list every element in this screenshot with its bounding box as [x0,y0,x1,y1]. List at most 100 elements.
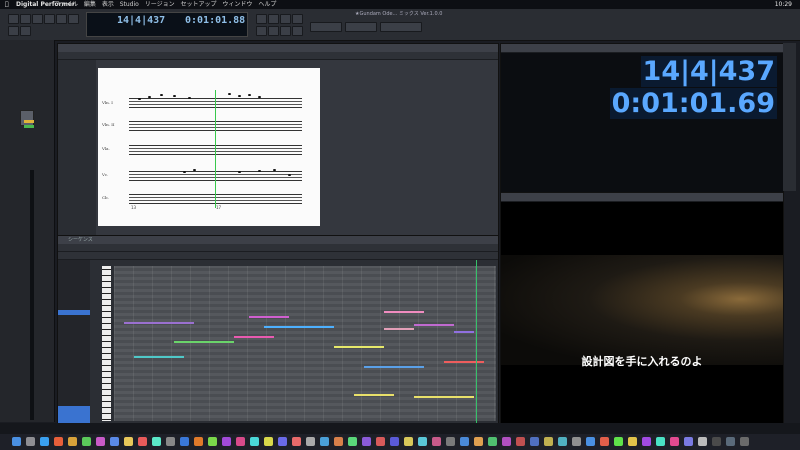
app-icon[interactable] [488,437,497,446]
safari-icon[interactable] [40,437,49,446]
app-icon[interactable] [418,437,427,446]
score-track-list[interactable] [58,60,96,236]
app-icon[interactable] [306,437,315,446]
rec-indicator[interactable] [24,125,34,128]
midi-note[interactable] [364,366,424,368]
selected-track[interactable] [58,310,90,315]
tool-pointer-button[interactable] [256,26,267,36]
midi-note[interactable] [354,394,394,396]
midi-note[interactable] [134,356,184,358]
score-toolbar[interactable] [58,52,498,60]
app-icon[interactable] [208,437,217,446]
overdub-button[interactable] [268,14,279,24]
app-icon[interactable] [222,437,231,446]
app-icon[interactable] [138,437,147,446]
app-icon[interactable] [348,437,357,446]
app-icon[interactable] [194,437,203,446]
app-icon[interactable] [586,437,595,446]
piano-roll-ruler[interactable] [58,252,498,260]
tool-zoom-button[interactable] [292,26,303,36]
app-icon[interactable] [432,437,441,446]
app-icon[interactable] [614,437,623,446]
quantize-button[interactable] [310,22,342,32]
piano-roll-track-list[interactable] [58,260,90,424]
countoff-button[interactable] [280,14,291,24]
finder-icon[interactable] [12,437,21,446]
trash-icon[interactable] [740,437,749,446]
app-icon[interactable] [152,437,161,446]
app-icon[interactable] [292,437,301,446]
app-icon[interactable] [320,437,329,446]
midi-note[interactable] [384,311,424,313]
app-icon[interactable] [572,437,581,446]
stop-button[interactable] [20,14,31,24]
app-icon[interactable] [180,437,189,446]
app-icon[interactable] [376,437,385,446]
app-icon[interactable] [82,437,91,446]
app-icon[interactable] [264,437,273,446]
score-page[interactable]: Vln. I Vln. II Vla. Vc. Cb. 13 17 [98,68,320,226]
memory-button[interactable] [292,14,303,24]
app-icon[interactable] [404,437,413,446]
play-button[interactable] [32,14,43,24]
midi-note[interactable] [454,331,474,333]
app-icon[interactable] [54,437,63,446]
autoscroll-button[interactable] [256,14,267,24]
app-icon[interactable] [698,437,707,446]
selected-track[interactable] [58,406,90,424]
app-icon[interactable] [250,437,259,446]
midi-note[interactable] [124,322,194,324]
app-icon[interactable] [124,437,133,446]
app-icon[interactable] [110,437,119,446]
midi-note[interactable] [174,341,234,343]
record-button[interactable] [44,14,55,24]
rewind-button[interactable] [8,14,19,24]
app-icon[interactable] [516,437,525,446]
app-icon[interactable] [684,437,693,446]
transport-counter[interactable]: 14|4|437 0:01:01.88 [86,12,248,37]
track-select-button[interactable] [380,22,422,32]
app-icon[interactable] [544,437,553,446]
tool-scissors-button[interactable] [280,26,291,36]
app-icon[interactable] [502,437,511,446]
piano-roll-toolbar[interactable] [58,244,498,252]
app-icon[interactable] [446,437,455,446]
midi-note[interactable] [414,324,454,326]
solo-indicator[interactable] [24,120,34,123]
app-icon[interactable] [362,437,371,446]
app-icon[interactable] [334,437,343,446]
midi-note[interactable] [414,396,474,398]
app-icon[interactable] [278,437,287,446]
loop-button[interactable] [56,14,67,24]
midi-note[interactable] [444,361,484,363]
app-icon[interactable] [96,437,105,446]
app-icon[interactable] [656,437,665,446]
app-icon[interactable] [474,437,483,446]
tempo-button[interactable] [8,26,19,36]
midi-note[interactable] [264,326,334,328]
app-icon[interactable] [600,437,609,446]
midi-note[interactable] [384,328,414,330]
midi-note[interactable] [249,316,289,318]
app-icon[interactable] [460,437,469,446]
app-icon[interactable] [670,437,679,446]
launchpad-icon[interactable] [26,437,35,446]
snap-button[interactable] [345,22,377,32]
click-button[interactable] [20,26,31,36]
right-scrollbar[interactable] [783,43,796,191]
apple-icon[interactable]:  [5,0,9,9]
app-icon[interactable] [530,437,539,446]
piano-keyboard[interactable] [102,266,111,421]
app-icon[interactable] [628,437,637,446]
app-icon[interactable] [558,437,567,446]
app-icon[interactable] [236,437,245,446]
tool-pencil-button[interactable] [268,26,279,36]
volume-fader[interactable] [20,110,34,126]
midi-note[interactable] [334,346,384,348]
note-grid[interactable] [114,266,496,421]
app-icon[interactable] [390,437,399,446]
menu-items[interactable]: ファイル 編集 表示 Studio リージョン セットアップ ウィンドウ ヘルプ [54,0,276,9]
app-icon[interactable] [712,437,721,446]
midi-note[interactable] [234,336,274,338]
app-icon[interactable] [642,437,651,446]
